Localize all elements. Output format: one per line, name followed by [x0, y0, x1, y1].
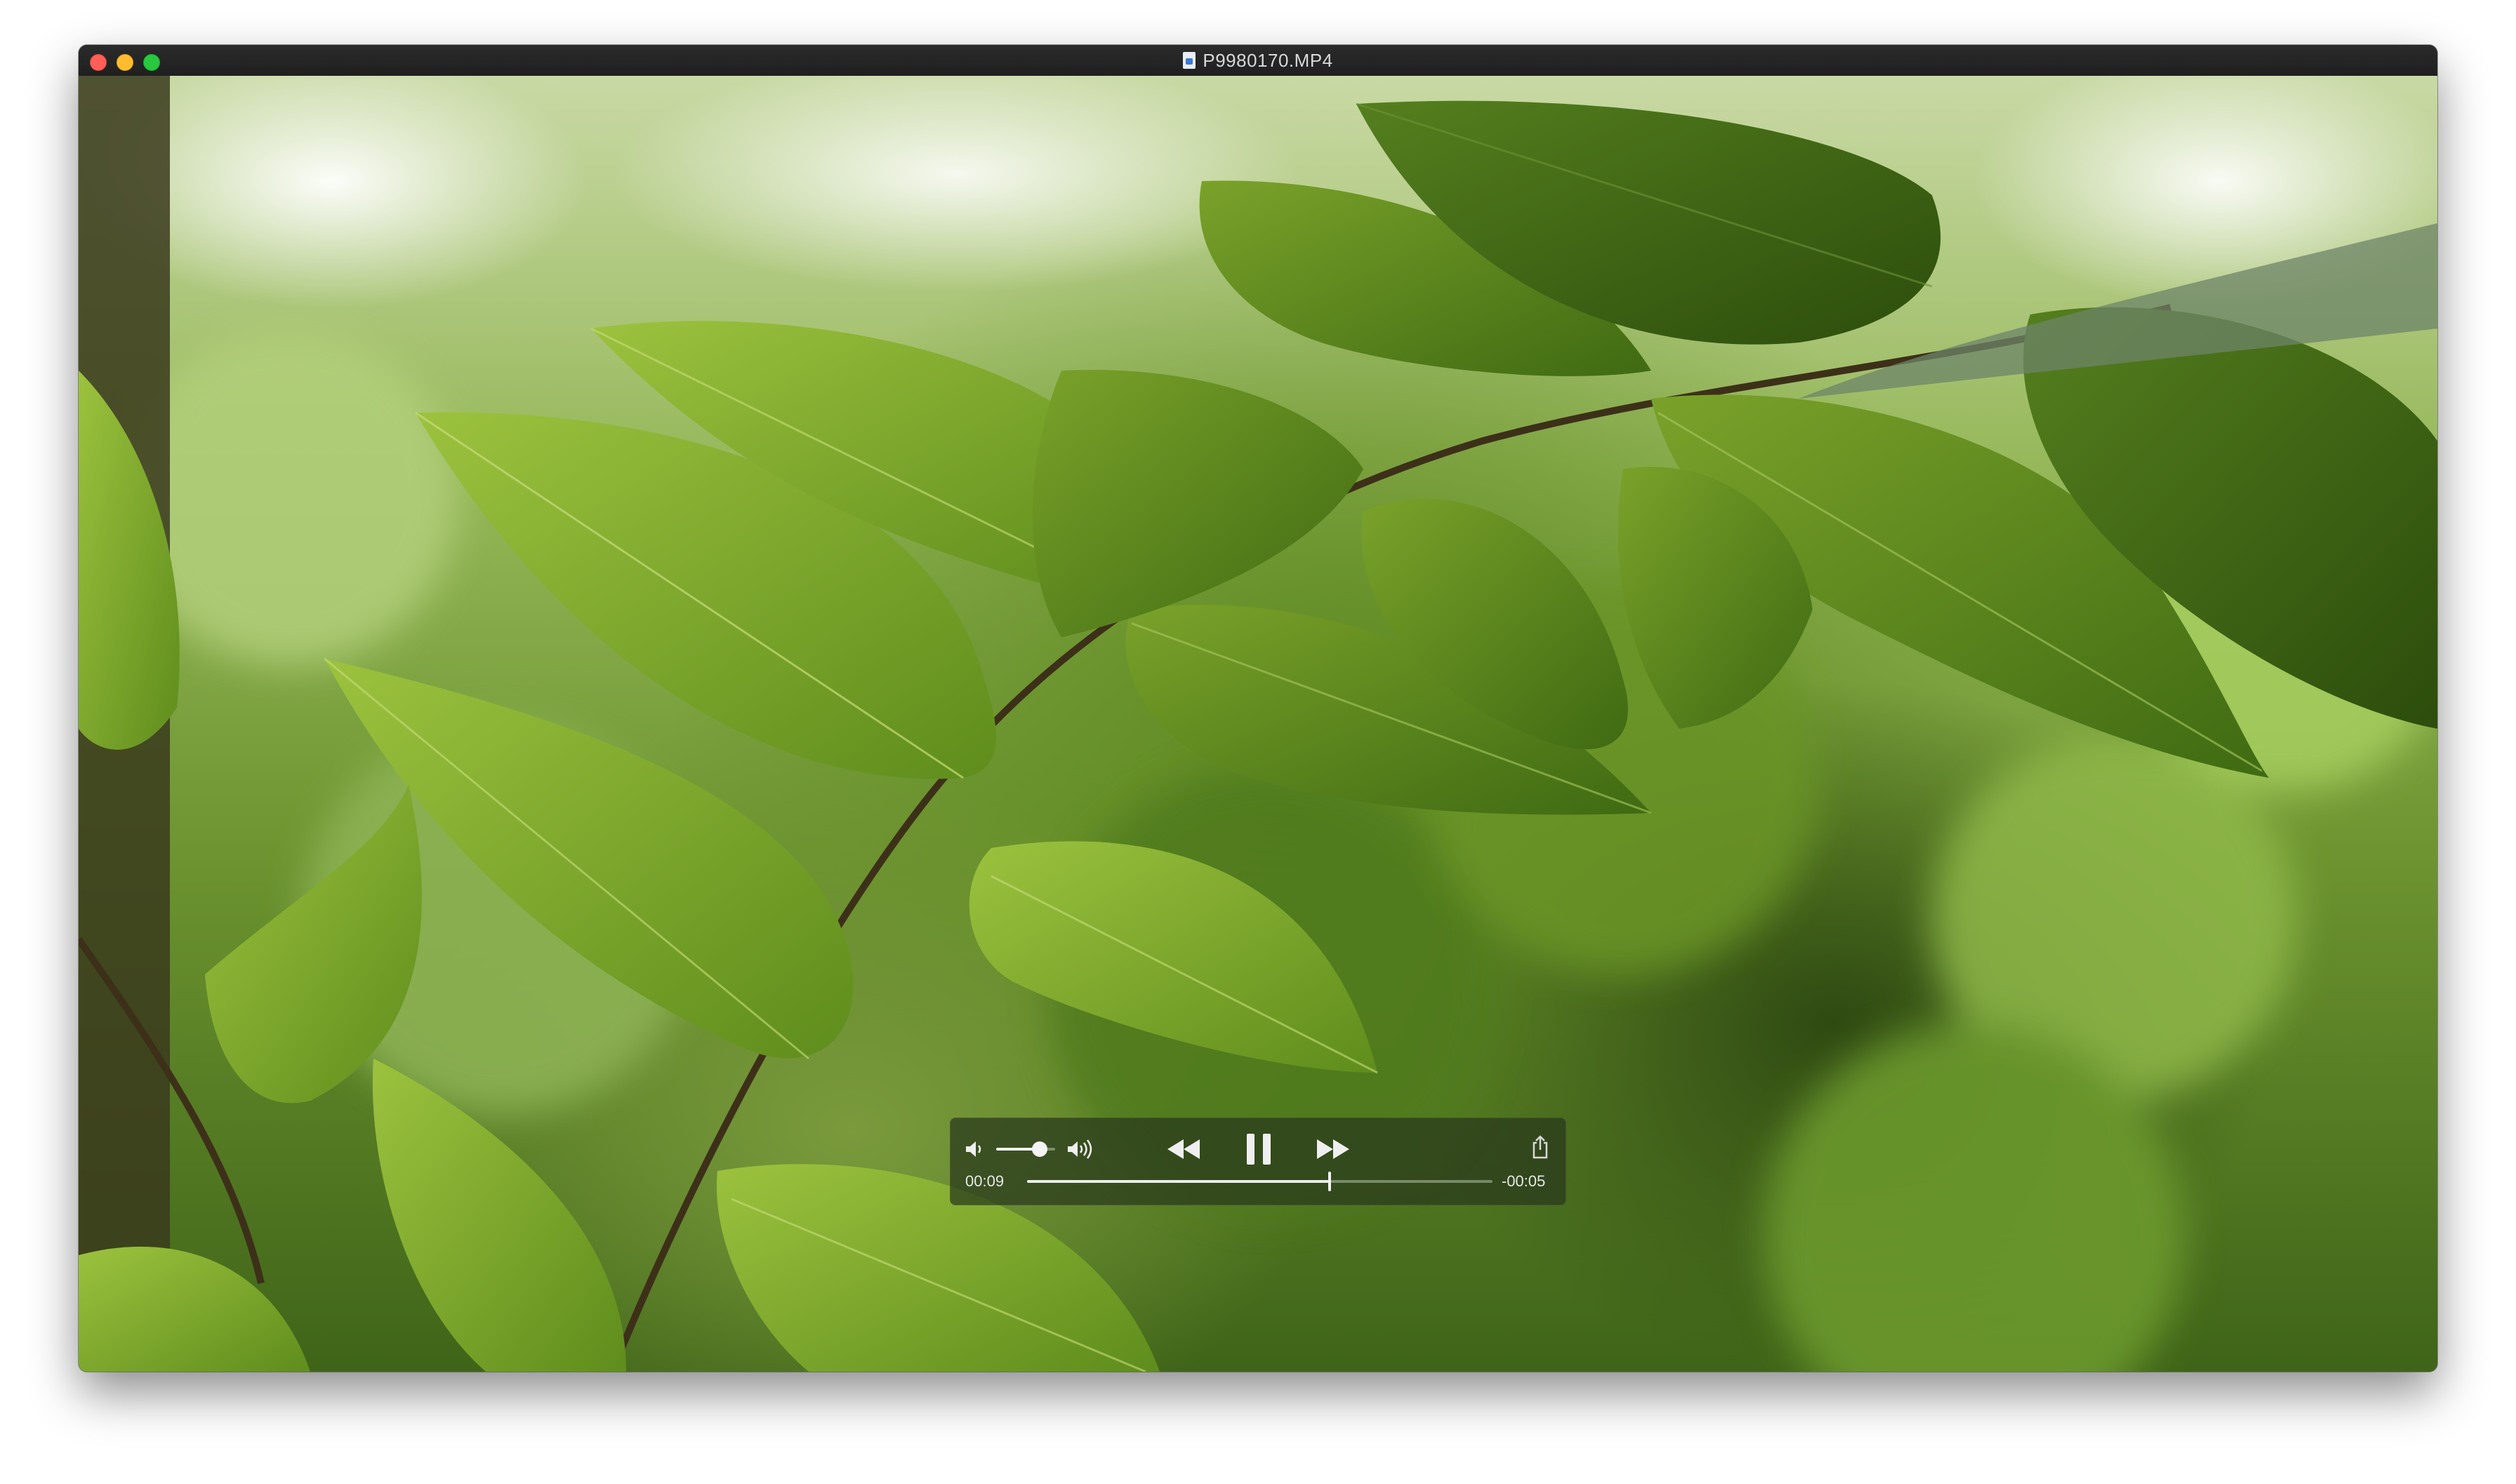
playback-controls: 00:09 -00:05 — [950, 1118, 1566, 1205]
share-icon[interactable] — [1531, 1134, 1549, 1160]
volume-knob[interactable] — [1032, 1141, 1048, 1157]
volume-low-icon[interactable] — [964, 1139, 985, 1159]
fast-forward-icon[interactable] — [1315, 1137, 1351, 1161]
scrubber-played — [1027, 1180, 1330, 1183]
remaining-time: -00:05 — [1502, 1172, 1546, 1190]
window-title: P9980170.MP4 — [1203, 49, 1333, 71]
pause-icon[interactable] — [1244, 1132, 1273, 1167]
video-file-icon[interactable] — [1183, 52, 1196, 69]
volume-high-icon[interactable] — [1066, 1139, 1098, 1159]
scrubber[interactable] — [1027, 1172, 1492, 1191]
video-frame[interactable]: 00:09 -00:05 — [79, 76, 2437, 1372]
volume-slider[interactable] — [996, 1141, 1055, 1157]
rewind-icon[interactable] — [1165, 1137, 1202, 1161]
elapsed-time: 00:09 — [965, 1172, 1005, 1190]
quicktime-window: P9980170.MP4 00:09 -00:05 — [79, 45, 2437, 1372]
playhead[interactable] — [1327, 1172, 1331, 1191]
title-bar[interactable]: P9980170.MP4 — [79, 45, 2437, 77]
title-group: P9980170.MP4 — [79, 45, 2437, 76]
